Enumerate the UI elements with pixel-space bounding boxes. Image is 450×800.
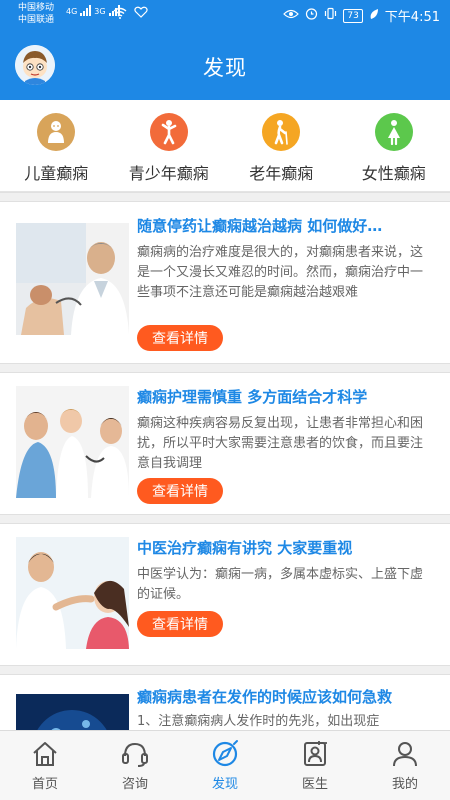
battery-indicator: 73 — [343, 8, 363, 23]
article-thumbnail — [16, 694, 129, 730]
category-row: 儿童癫痫 青少年癫痫 老年癫痫 女性癫痫 — [0, 100, 450, 192]
article-thumbnail — [16, 537, 129, 649]
article-summary: 1、注意癫痫病人发作时的先兆，如出现症 — [137, 714, 380, 729]
network-type-2: 3G — [94, 7, 106, 16]
signal-icon — [80, 5, 92, 16]
headset-icon — [122, 742, 148, 767]
tab-label: 咨询 — [121, 777, 148, 792]
tab-label: 发现 — [211, 777, 238, 792]
tab-discover[interactable]: 发现 — [180, 731, 270, 800]
carrier-2: 中国联通 — [18, 15, 55, 25]
article-title[interactable]: 癫痫病患者在发作的时候应该如何急救 — [137, 686, 437, 707]
view-details-button[interactable]: 查看详情 — [137, 325, 223, 351]
category-child[interactable]: 儿童癫痫 — [0, 100, 113, 191]
category-label: 女性癫痫 — [361, 164, 426, 183]
view-details-button[interactable]: 查看详情 — [137, 478, 223, 504]
divider — [0, 514, 450, 524]
eye-icon — [283, 8, 300, 23]
carrier-1: 中国移动 — [18, 3, 55, 13]
article-summary: 中医学认为：癫痫一病，多属本虚标实、上盛下虚的证候。 — [137, 567, 424, 602]
divider — [0, 363, 450, 373]
category-female[interactable]: 女性癫痫 — [338, 100, 450, 191]
child-icon — [37, 113, 76, 151]
leaf-icon — [369, 8, 379, 24]
status-bar: 中国移动 中国联通 4G 3G 73 下午4:51 — [0, 0, 450, 30]
tab-consult[interactable]: 咨询 — [90, 731, 180, 800]
elder-icon — [262, 113, 301, 151]
article-card[interactable]: 癫痫护理需慎重 多方面结合才科学 癫痫这种疾病容易反复出现，让患者非常担心和困扰… — [0, 374, 450, 514]
divider — [0, 665, 450, 675]
app-header: 发现 — [0, 30, 450, 100]
category-label: 儿童癫痫 — [24, 164, 89, 183]
article-title[interactable]: 癫痫护理需慎重 多方面结合才科学 — [137, 386, 437, 407]
category-label: 老年癫痫 — [249, 164, 314, 183]
female-icon — [374, 113, 413, 151]
vibrate-icon — [324, 7, 337, 24]
wifi-icon — [113, 7, 127, 22]
alarm-icon — [305, 7, 318, 24]
teen-icon — [149, 113, 188, 151]
tab-label: 医生 — [301, 777, 328, 792]
carrier-info: 中国移动 中国联通 — [18, 2, 54, 26]
category-teen[interactable]: 青少年癫痫 — [113, 100, 226, 191]
tab-profile[interactable]: 我的 — [360, 731, 450, 800]
divider — [0, 192, 450, 202]
view-details-button[interactable]: 查看详情 — [137, 611, 223, 637]
network-type-1: 4G — [66, 7, 78, 16]
bottom-tab-bar: 首页 咨询 发现 医生 我的 — [0, 730, 450, 800]
network-indicators: 4G 3G — [66, 5, 120, 16]
article-card[interactable]: 癫痫病患者在发作的时候应该如何急救 1、注意癫痫病人发作时的先兆，如出现症 — [0, 676, 450, 730]
clock-time: 下午4:51 — [384, 10, 440, 25]
doctor-icon — [304, 741, 327, 766]
article-thumbnail — [16, 386, 129, 498]
article-card[interactable]: 中医治疗癫痫有讲究 大家要重视 中医学认为：癫痫一病，多属本虚标实、上盛下虚的证… — [0, 525, 450, 665]
article-thumbnail — [16, 223, 129, 335]
status-right: 73 下午4:51 — [283, 6, 440, 25]
article-card[interactable]: 随意停药让癫痫越治越病 如何做好… 癫痫病的治疗难度是很大的，对癫痫患者来说，这… — [0, 203, 450, 363]
user-icon — [393, 742, 417, 767]
page-title: 发现 — [203, 56, 247, 80]
discover-icon — [212, 740, 238, 767]
article-summary: 癫痫病的治疗难度是很大的，对癫痫患者来说，这是一个又漫长又难忍的时间。然而，癫痫… — [137, 245, 424, 300]
category-elder[interactable]: 老年癫痫 — [225, 100, 338, 191]
article-summary: 癫痫这种疾病容易反复出现，让患者非常担心和困扰，所以平时大家需要注意患者的饮食，… — [137, 416, 424, 471]
tab-doctor[interactable]: 医生 — [270, 731, 360, 800]
tab-label: 我的 — [391, 777, 418, 792]
home-icon — [33, 742, 57, 766]
heart-icon — [134, 6, 148, 21]
article-title[interactable]: 中医治疗癫痫有讲究 大家要重视 — [137, 537, 437, 558]
category-label: 青少年癫痫 — [128, 164, 209, 183]
tab-home[interactable]: 首页 — [0, 731, 90, 800]
article-title[interactable]: 随意停药让癫痫越治越病 如何做好… — [137, 215, 437, 236]
tab-label: 首页 — [31, 777, 58, 792]
